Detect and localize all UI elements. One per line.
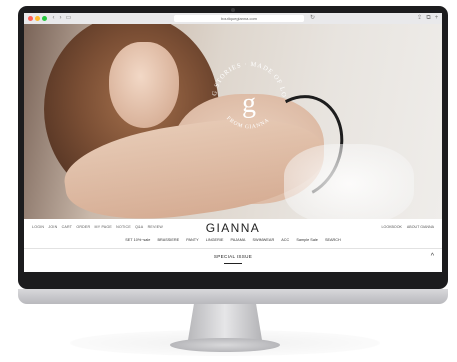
category-swimwear[interactable]: SWIMWEAR — [252, 238, 274, 242]
monitor-stand — [188, 304, 262, 340]
sidebar-icon[interactable]: ▭ — [65, 15, 72, 22]
category-panty[interactable]: PANTY — [186, 238, 198, 242]
category-search[interactable]: SEARCH — [325, 238, 341, 242]
section-title: SPECIAL ISSUE — [213, 254, 253, 259]
hero-banner-image[interactable]: G STORIES · MADE OF LOVE g FROM GIANNA — [24, 24, 442, 219]
monitor-base — [170, 338, 280, 352]
svg-text:g: g — [242, 88, 256, 119]
tabs-icon[interactable]: ⧉ — [425, 15, 432, 22]
close-window-icon[interactable] — [28, 16, 33, 21]
hero-face — [109, 42, 179, 128]
scroll-top-icon[interactable]: ^ — [431, 253, 434, 260]
add-tab-icon[interactable]: + — [433, 15, 440, 22]
reload-icon[interactable]: ↻ — [309, 15, 316, 22]
category-lingerie[interactable]: LINGERIE — [206, 238, 224, 242]
category-acc[interactable]: ACC — [281, 238, 289, 242]
category-brassiere[interactable]: BRASSIERE — [157, 238, 179, 242]
category-menu: SET 10%~sale BRASSIERE PANTY LINGERIE PA… — [24, 238, 442, 242]
address-bar[interactable]: boutiquegianna.com — [174, 15, 304, 22]
gianna-stamp-logo: G STORIES · MADE OF LOVE g FROM GIANNA — [204, 54, 286, 130]
back-icon[interactable]: ‹ — [50, 15, 57, 22]
share-icon[interactable]: ⇪ — [416, 15, 423, 22]
about-link[interactable]: ABOUT GIANNA — [407, 225, 434, 229]
hero-lace — [284, 144, 414, 219]
monitor-chin — [18, 289, 448, 304]
site-header: LOGIN JOIN CART ORDER MY PAGE NOTICE Q&A… — [24, 219, 442, 247]
screen: ‹ › ▭ boutiquegianna.com ↻ ⇪ ⧉ + G STORI… — [24, 13, 442, 272]
forward-icon[interactable]: › — [57, 15, 64, 22]
section-title-underline — [224, 263, 242, 264]
header-divider — [24, 248, 442, 249]
right-link-list: LOOKBOOK ABOUT GIANNA — [378, 225, 434, 229]
maximize-window-icon[interactable] — [42, 16, 47, 21]
category-sample-sale[interactable]: Sample Sale — [296, 238, 318, 242]
minimize-window-icon[interactable] — [35, 16, 40, 21]
lookbook-link[interactable]: LOOKBOOK — [382, 225, 402, 229]
category-pajama[interactable]: PAJAMA — [230, 238, 245, 242]
camera-icon — [231, 8, 235, 12]
category-set-sale[interactable]: SET 10%~sale — [125, 238, 150, 242]
